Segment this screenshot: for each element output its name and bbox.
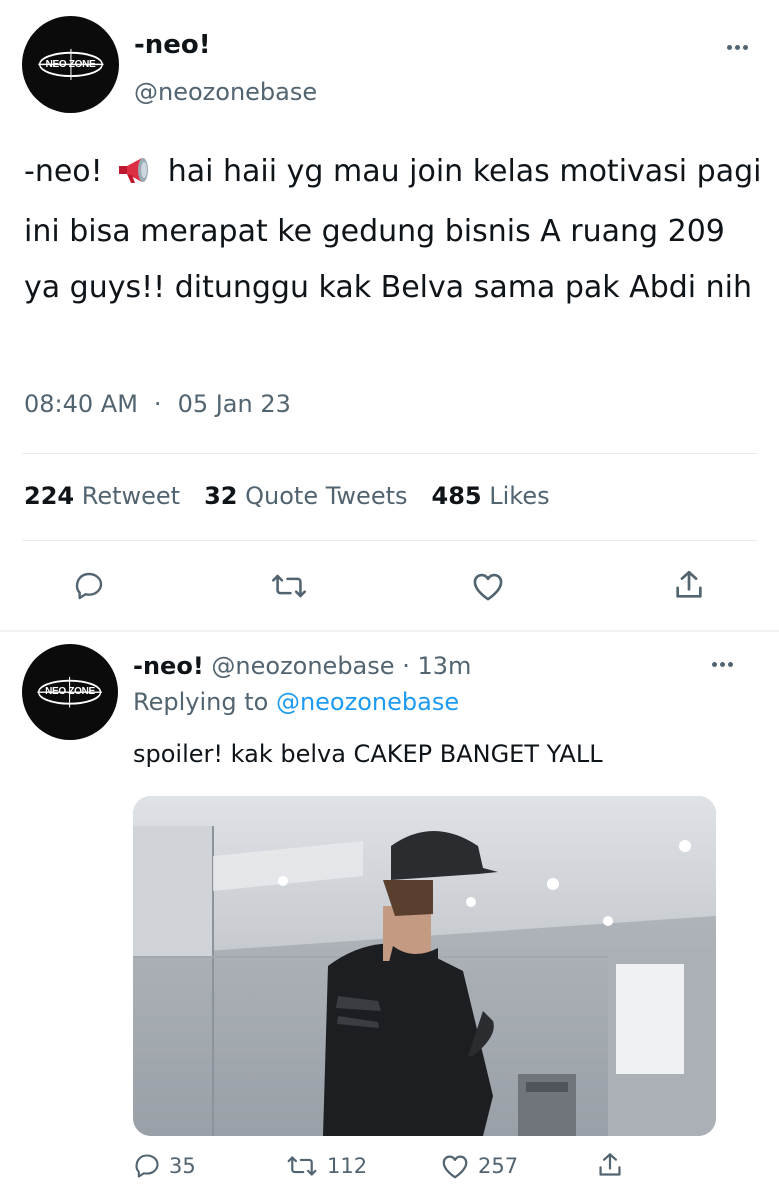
more-options-icon[interactable] [727, 45, 748, 50]
divider [22, 540, 757, 541]
timestamp-separator: · [153, 390, 162, 418]
replying-to: Replying to @neozonebase [133, 688, 459, 716]
display-name[interactable]: -neo! [134, 30, 211, 60]
reply-button[interactable] [72, 570, 106, 602]
reply-icon [75, 572, 103, 600]
share-icon [599, 1153, 621, 1176]
like-button[interactable] [470, 570, 506, 602]
tweet-date: 05 Jan 23 [177, 390, 291, 418]
reply-share-button[interactable] [597, 1150, 623, 1180]
photo-person-in-cap [133, 796, 716, 1136]
reply-avatar[interactable]: NEO ZONE [22, 644, 118, 740]
user-handle[interactable]: @neozonebase [134, 78, 317, 106]
neozone-logo: NEO ZONE [36, 673, 103, 711]
tweet-text: -neo! hai haii yg mau join kelas motivas… [24, 144, 764, 316]
reply-more-options-icon[interactable] [712, 662, 733, 667]
reply-retweet-count: 112 [327, 1154, 368, 1178]
retweet-button[interactable] [269, 570, 309, 602]
retweets-label: Retweet [81, 482, 181, 510]
replying-to-label: Replying to [133, 688, 269, 716]
likes-count: 485 [431, 482, 482, 510]
tweet-timestamp[interactable]: 08:40 AM · 05 Jan 23 [24, 390, 291, 418]
quotes-label: Quote Tweets [245, 482, 408, 510]
reply-icon [135, 1154, 159, 1178]
like-icon [442, 1155, 468, 1179]
reply-text: spoiler! kak belva CAKEP BANGET YALL [133, 740, 603, 768]
retweet-icon [272, 574, 306, 598]
avatar-logo-text: NEO ZONE [45, 686, 95, 698]
reply-time-ago[interactable]: 13m [417, 652, 471, 680]
replying-to-handle-link[interactable]: @neozonebase [276, 688, 459, 716]
divider [22, 453, 757, 454]
reply-photo[interactable] [133, 796, 716, 1136]
megaphone-icon [116, 148, 154, 204]
likes-label: Likes [489, 482, 550, 510]
retweets-count: 224 [24, 482, 75, 510]
quotes-count: 32 [204, 482, 238, 510]
reply-handle[interactable]: @neozonebase [211, 652, 394, 680]
reply-like-count: 257 [478, 1154, 519, 1178]
section-separator [0, 630, 779, 632]
avatar[interactable]: NEO ZONE [22, 16, 119, 113]
tweet-text-prefix: -neo! [24, 154, 103, 189]
share-icon [676, 570, 702, 598]
neozone-logo: NEO ZONE [37, 45, 105, 84]
tweet-stats: 224 Retweet 32 Quote Tweets 485 Likes [24, 482, 550, 510]
share-button[interactable] [673, 568, 705, 602]
quotes-stat[interactable]: 32 Quote Tweets [204, 482, 407, 510]
reply-separator: · [402, 652, 410, 680]
retweets-stat[interactable]: 224 Retweet [24, 482, 180, 510]
likes-stat[interactable]: 485 Likes [432, 482, 550, 510]
like-icon [473, 573, 503, 601]
reply-reply-button[interactable]: 35 [133, 1152, 196, 1180]
reply-retweet-button[interactable]: 112 [285, 1152, 367, 1180]
retweet-icon [287, 1156, 317, 1176]
reply-display-name[interactable]: -neo! [133, 652, 204, 680]
avatar-logo-text: NEO ZONE [45, 58, 96, 70]
tweet-time: 08:40 AM [24, 390, 138, 418]
reply-count: 35 [169, 1154, 196, 1178]
reply-header: -neo! @neozonebase · 13m [133, 652, 471, 680]
reply-like-button[interactable]: 257 [440, 1152, 518, 1180]
